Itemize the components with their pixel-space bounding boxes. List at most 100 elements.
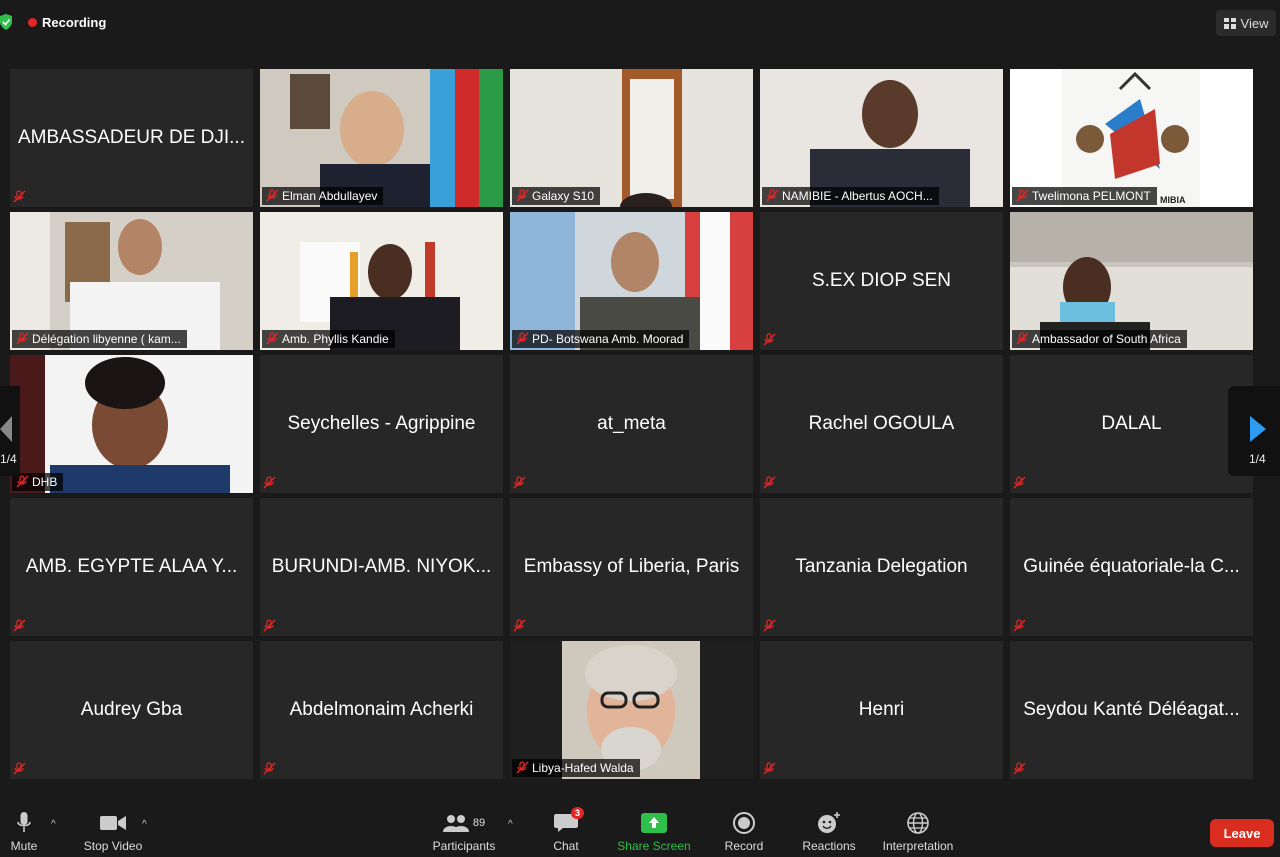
participant-tile[interactable]: Ambassador of South Africa xyxy=(1010,212,1253,350)
page-indicator-left: 1/4 xyxy=(0,452,17,466)
chat-button[interactable]: 3 Chat xyxy=(546,807,586,853)
muted-microphone-icon xyxy=(516,332,529,345)
muted-microphone-icon xyxy=(1013,762,1026,775)
participants-options-caret-icon[interactable]: ^ xyxy=(508,819,513,830)
muted-microphone-icon xyxy=(516,189,529,202)
participant-tile[interactable]: Audrey Gba xyxy=(10,641,253,779)
page-indicator-right: 1/4 xyxy=(1249,452,1266,466)
participant-label-text: Twelimona PELMONT xyxy=(1032,189,1151,203)
participant-tile[interactable]: MIBIA Twelimona PELMONT xyxy=(1010,69,1253,207)
next-page-button[interactable]: 1/4 xyxy=(1228,386,1280,476)
muted-microphone-icon xyxy=(763,333,776,346)
muted-microphone-icon xyxy=(263,762,276,775)
audio-options-caret-icon[interactable]: ^ xyxy=(51,819,56,830)
participant-name-label: Ambassador of South Africa xyxy=(1012,330,1187,348)
participant-tile[interactable]: Henri xyxy=(760,641,1003,779)
stop-video-button[interactable]: Stop Video xyxy=(78,811,148,853)
participant-tile[interactable]: Tanzania Delegation xyxy=(760,498,1003,636)
participant-name-label: NAMIBIE - Albertus AOCH... xyxy=(762,187,939,205)
meeting-toolbar: Mute ^ Stop Video ^ 89 Participants ^ 3 … xyxy=(0,805,1280,857)
participant-name: at_meta xyxy=(597,413,666,434)
participant-tile[interactable]: Abdelmonaim Acherki xyxy=(260,641,503,779)
participant-label-text: Amb. Phyllis Kandie xyxy=(282,332,389,346)
mute-label: Mute xyxy=(10,839,38,853)
participants-label: Participants xyxy=(432,839,496,853)
participant-tile[interactable]: Amb. Phyllis Kandie xyxy=(260,212,503,350)
muted-microphone-icon xyxy=(1016,332,1029,345)
reactions-label: Reactions xyxy=(802,839,856,853)
muted-microphone-icon xyxy=(1016,189,1029,202)
muted-microphone-icon xyxy=(763,619,776,632)
participant-tile[interactable]: Seydou Kanté Déléagat... xyxy=(1010,641,1253,779)
participant-tile[interactable]: DHB xyxy=(10,355,253,493)
video-options-caret-icon[interactable]: ^ xyxy=(142,819,147,830)
participant-tile[interactable]: PD- Botswana Amb. Moorad xyxy=(510,212,753,350)
record-label: Record xyxy=(724,839,764,853)
participant-tile[interactable]: Délégation libyenne ( kam... xyxy=(10,212,253,350)
share-screen-icon xyxy=(641,813,667,833)
leave-button[interactable]: Leave xyxy=(1210,819,1274,847)
muted-microphone-icon xyxy=(263,619,276,632)
top-bar: Recording View xyxy=(0,0,1280,44)
participant-label-text: DHB xyxy=(32,475,58,489)
participants-button[interactable]: 89 Participants xyxy=(426,811,502,853)
participant-tile[interactable]: AMB. EGYPTE ALAA Y... xyxy=(10,498,253,636)
muted-microphone-icon xyxy=(513,619,526,632)
participant-tile[interactable]: Embassy of Liberia, Paris xyxy=(510,498,753,636)
view-button[interactable]: View xyxy=(1216,10,1276,36)
participant-tile[interactable]: S.EX DIOP SEN xyxy=(760,212,1003,350)
participant-label-text: Galaxy S10 xyxy=(532,189,595,203)
participant-name: BURUNDI-AMB. NIYOK... xyxy=(271,556,492,577)
record-button[interactable]: Record xyxy=(720,811,768,853)
participant-name-label: Amb. Phyllis Kandie xyxy=(262,330,395,348)
share-screen-label: Share Screen xyxy=(617,839,691,853)
interpretation-button[interactable]: Interpretation xyxy=(874,811,962,853)
previous-page-button[interactable]: 1/4 xyxy=(0,386,20,476)
participant-tile[interactable]: Rachel OGOULA xyxy=(760,355,1003,493)
reactions-button[interactable]: Reactions xyxy=(796,811,862,853)
recording-indicator[interactable]: Recording xyxy=(28,15,106,30)
coat-of-arms-text: MIBIA xyxy=(1160,195,1186,205)
chevron-right-icon xyxy=(1250,416,1266,442)
participant-name: Seydou Kanté Déléagat... xyxy=(1023,699,1240,720)
participant-name: AMB. EGYPTE ALAA Y... xyxy=(25,556,238,577)
muted-microphone-icon xyxy=(266,332,279,345)
stop-video-label: Stop Video xyxy=(83,839,143,853)
globe-icon xyxy=(907,812,929,834)
participant-name: Seychelles - Agrippine xyxy=(287,413,476,434)
muted-microphone-icon xyxy=(766,189,779,202)
participant-tile[interactable]: NAMIBIE - Albertus AOCH... xyxy=(760,69,1003,207)
recording-dot-icon xyxy=(28,18,37,27)
participant-tile[interactable]: Seychelles - Agrippine xyxy=(260,355,503,493)
interpretation-label: Interpretation xyxy=(882,839,954,853)
share-screen-button[interactable]: Share Screen xyxy=(612,811,696,853)
participant-tile[interactable]: Guinée équatoriale-la C... xyxy=(1010,498,1253,636)
participant-tile[interactable]: Libya-Hafed Walda xyxy=(510,641,753,779)
muted-microphone-icon xyxy=(516,761,529,774)
participant-tile[interactable]: AMBASSADEUR DE DJI... xyxy=(10,69,253,207)
muted-microphone-icon xyxy=(16,332,29,345)
participant-label-text: PD- Botswana Amb. Moorad xyxy=(532,332,684,346)
participant-name: AMBASSADEUR DE DJI... xyxy=(18,127,245,148)
security-shield-icon[interactable] xyxy=(0,14,12,30)
muted-microphone-icon xyxy=(513,476,526,489)
participant-name: Henri xyxy=(858,699,905,720)
participant-tile[interactable]: BURUNDI-AMB. NIYOK... xyxy=(260,498,503,636)
participant-tile[interactable]: Elman Abdullayev xyxy=(260,69,503,207)
mute-button[interactable]: Mute xyxy=(4,811,44,853)
participant-name: Tanzania Delegation xyxy=(795,556,968,577)
participant-name-label: Twelimona PELMONT xyxy=(1012,187,1157,205)
participant-name-label: Elman Abdullayev xyxy=(262,187,384,205)
participant-name: S.EX DIOP SEN xyxy=(811,270,952,291)
participant-tile[interactable]: Galaxy S10 xyxy=(510,69,753,207)
muted-microphone-icon xyxy=(16,475,29,488)
smiley-reaction-icon xyxy=(818,812,840,833)
participant-label-text: NAMIBIE - Albertus AOCH... xyxy=(782,189,933,203)
grid-view-icon xyxy=(1223,17,1236,29)
participant-tile[interactable]: DALAL xyxy=(1010,355,1253,493)
muted-microphone-icon xyxy=(763,762,776,775)
chat-label: Chat xyxy=(553,839,579,853)
participant-tile[interactable]: at_meta xyxy=(510,355,753,493)
participant-label-text: Délégation libyenne ( kam... xyxy=(32,332,181,346)
muted-microphone-icon xyxy=(1013,476,1026,489)
